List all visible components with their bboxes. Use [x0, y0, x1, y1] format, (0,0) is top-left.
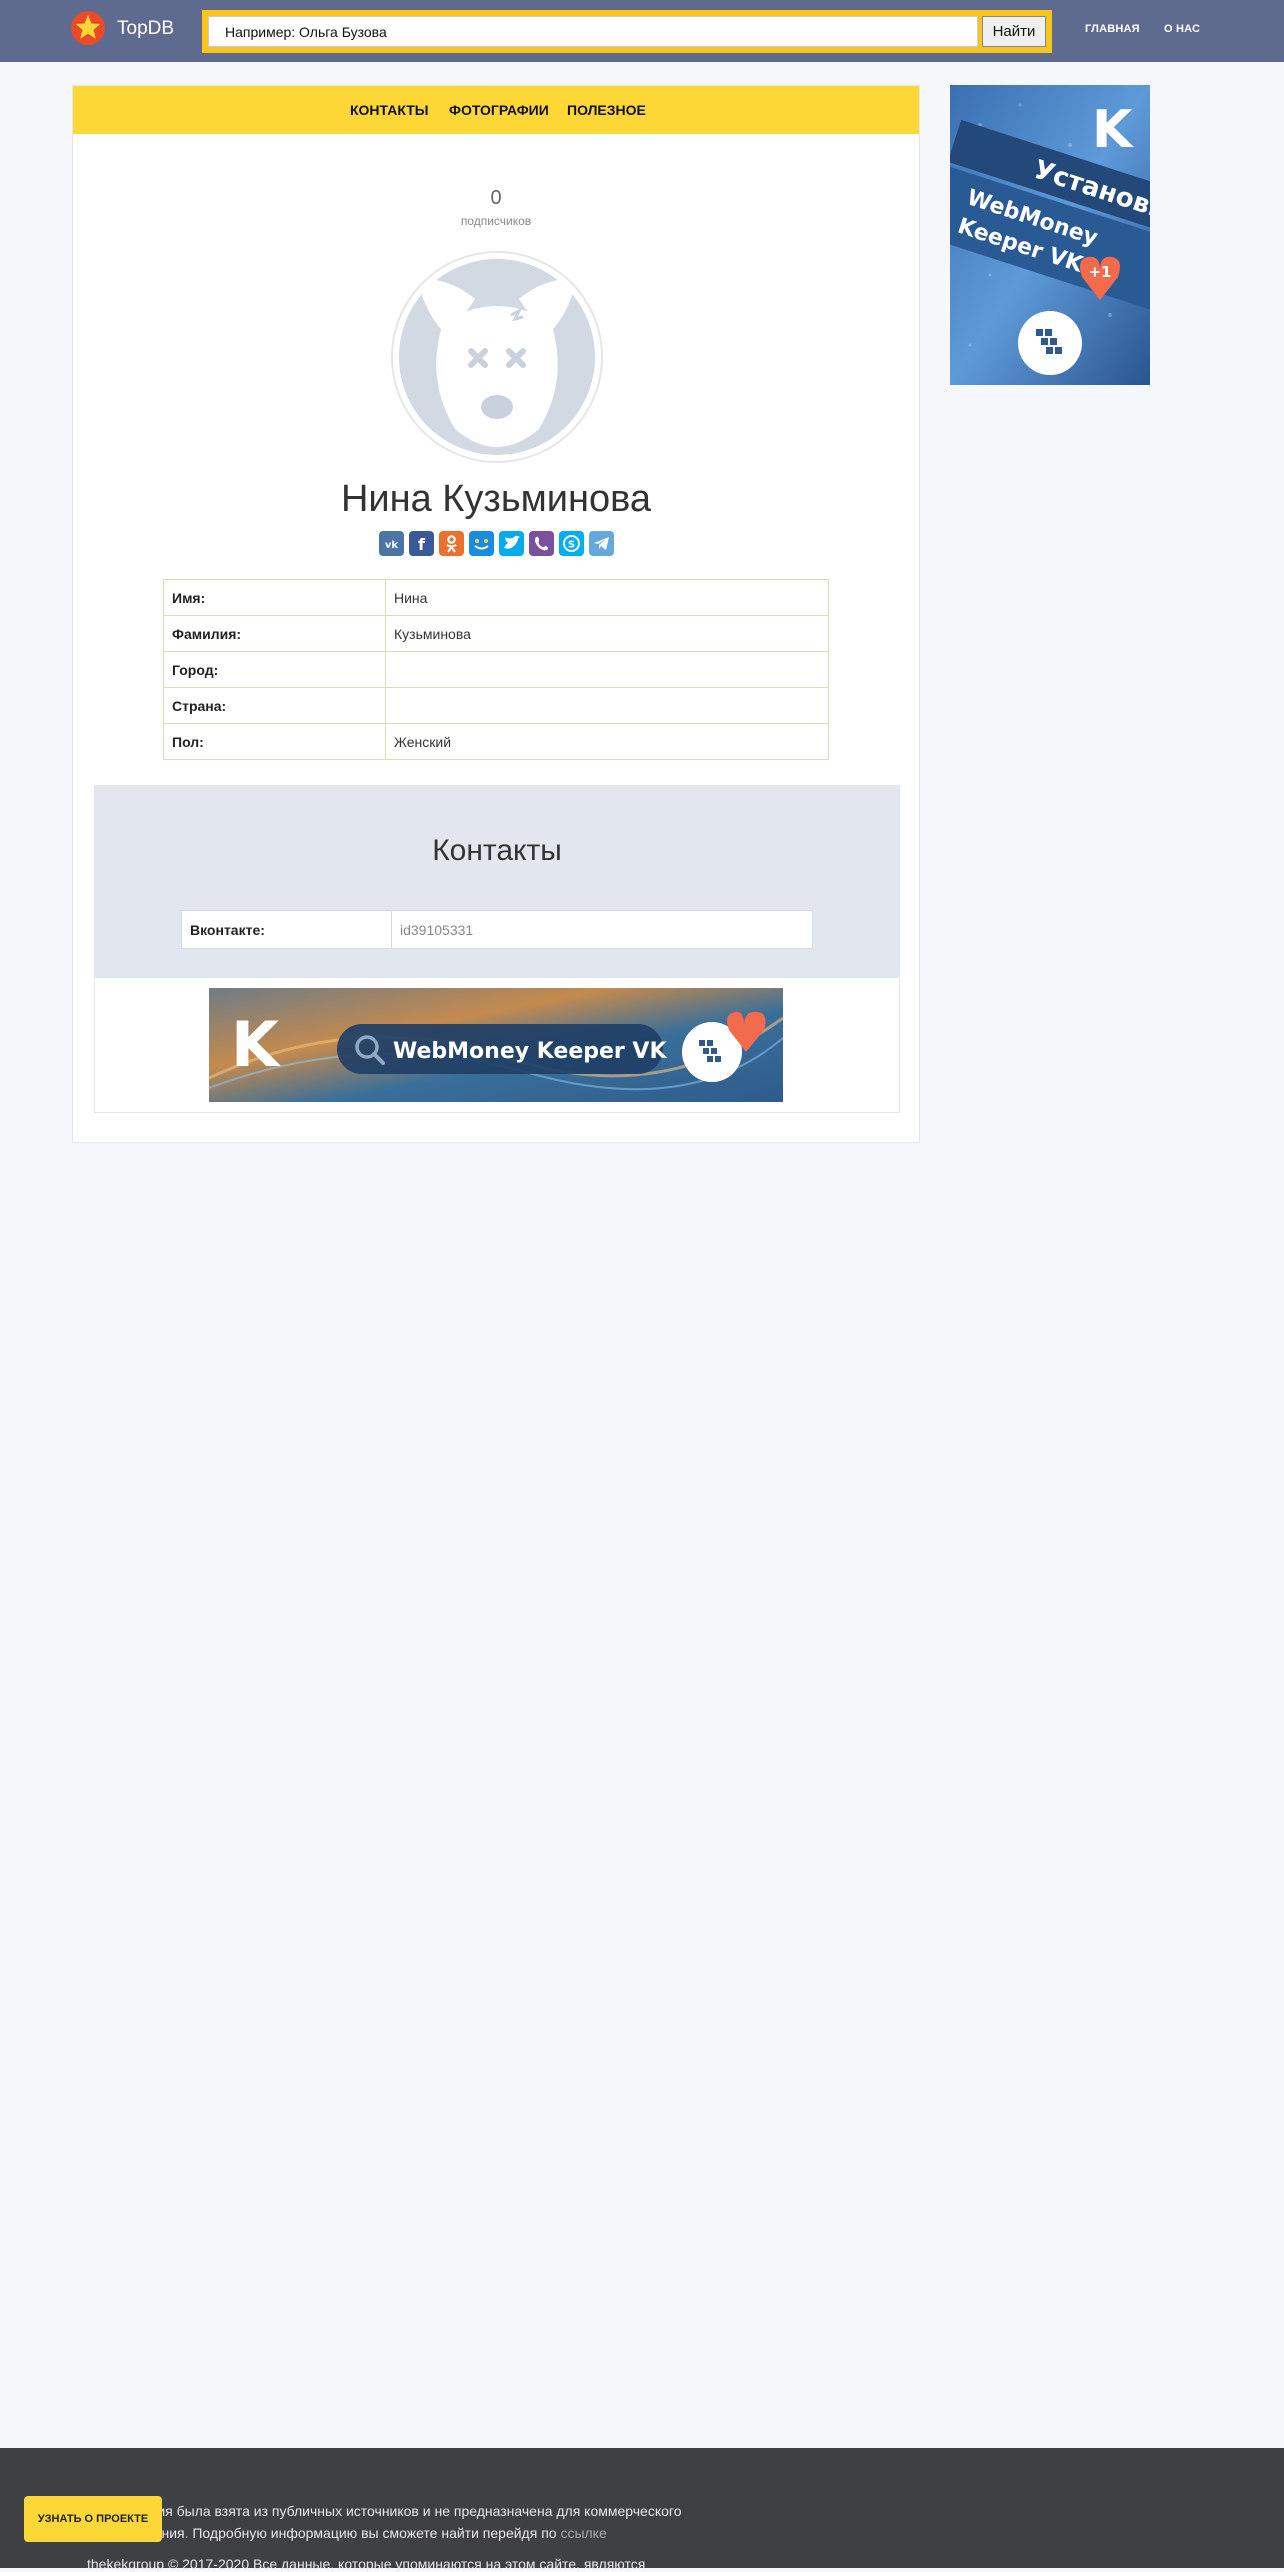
twitter-icon[interactable] [499, 531, 524, 556]
vk-logo-icon: K [231, 1008, 281, 1081]
nav-about-link[interactable]: О нас [1164, 23, 1200, 35]
info-label: Фамилия: [163, 615, 386, 652]
search-bar: Найти [202, 10, 1052, 53]
search-input[interactable] [208, 16, 978, 47]
tab-photos[interactable]: Фотографии [449, 102, 549, 118]
table-row: Вконтакте: id39105331 [181, 910, 813, 949]
info-label: Пол: [163, 723, 386, 760]
webmoney-side-ad[interactable]: K Установи WebMoney Keeper VK +1 [950, 85, 1150, 385]
contacts-table: Вконтакте: id39105331 [181, 910, 813, 949]
avatar [391, 251, 603, 463]
nav-home-link[interactable]: Главная [1085, 23, 1140, 35]
info-label: Город: [163, 651, 386, 688]
info-value: Кузьминова [385, 615, 829, 652]
tab-contacts[interactable]: Контакты [350, 102, 428, 118]
svg-text:vk: vk [385, 540, 399, 551]
webmoney-banner-ad[interactable]: K WebMoney Keeper VK [209, 988, 783, 1102]
star-logo-icon[interactable] [70, 10, 106, 46]
moimir-icon[interactable] [469, 531, 494, 556]
info-value [385, 687, 829, 724]
contacts-title: Контакты [432, 834, 562, 867]
info-label: Страна: [163, 687, 386, 724]
skype-icon[interactable]: S [559, 531, 584, 556]
viber-icon[interactable] [529, 531, 554, 556]
contacts-section: Контакты Вконтакте: id39105331 K WebMone… [94, 785, 900, 1113]
svg-text:K: K [231, 1008, 281, 1081]
profile-card: Контакты Фотографии Полезное 0 подписчик… [72, 85, 920, 1143]
subscribers-count: 0 [490, 187, 502, 209]
telegram-icon[interactable] [589, 531, 614, 556]
about-project-button[interactable]: Узнать о проекте [24, 2496, 162, 2542]
table-row: Страна: [163, 687, 829, 724]
footer-source-link[interactable]: ссылке [560, 2525, 606, 2541]
svg-text:+1: +1 [1088, 263, 1111, 281]
info-label: Имя: [163, 579, 386, 616]
info-value: Нина [385, 579, 829, 616]
table-row: Имя: Нина [163, 579, 829, 616]
logo-text[interactable]: TopDB [117, 18, 174, 40]
footer-copyright: thekekgroup © 2017-2020 Все данные, кото… [87, 2556, 646, 2572]
table-row: Город: [163, 651, 829, 688]
tab-useful[interactable]: Полезное [567, 102, 646, 118]
info-value [385, 651, 829, 688]
odnoklassniki-icon[interactable] [439, 531, 464, 556]
table-row: Фамилия: Кузьминова [163, 615, 829, 652]
profile-info-table: Имя: Нина Фамилия: Кузьминова Город: Стр… [163, 579, 829, 760]
facebook-icon[interactable]: f [409, 531, 434, 556]
svg-text:S: S [568, 540, 575, 551]
profile-tabs: Контакты Фотографии Полезное [73, 86, 919, 134]
subscribers-label: подписчиков [460, 214, 532, 228]
footer-disclaimer: Информация была взята из публичных источ… [87, 2500, 727, 2544]
banner-text: WebMoney Keeper VK [393, 1039, 667, 1064]
person-name: Нина Кузьминова [340, 478, 652, 520]
vk-icon[interactable]: vk [379, 531, 404, 556]
contacts-header: Контакты Вконтакте: id39105331 [95, 786, 899, 978]
table-row: Пол: Женский [163, 723, 829, 760]
top-header: TopDB Найти Главная О нас [0, 0, 1284, 62]
contact-value[interactable]: id39105331 [391, 910, 813, 949]
deleted-dog-avatar-icon [399, 259, 595, 455]
contact-label: Вконтакте: [181, 910, 392, 949]
svg-text:f: f [418, 535, 426, 554]
info-value: Женский [385, 723, 829, 760]
svg-text:K: K [1092, 100, 1134, 160]
footer: Информация была взята из публичных источ… [0, 2448, 1284, 2572]
search-button[interactable]: Найти [982, 16, 1046, 47]
